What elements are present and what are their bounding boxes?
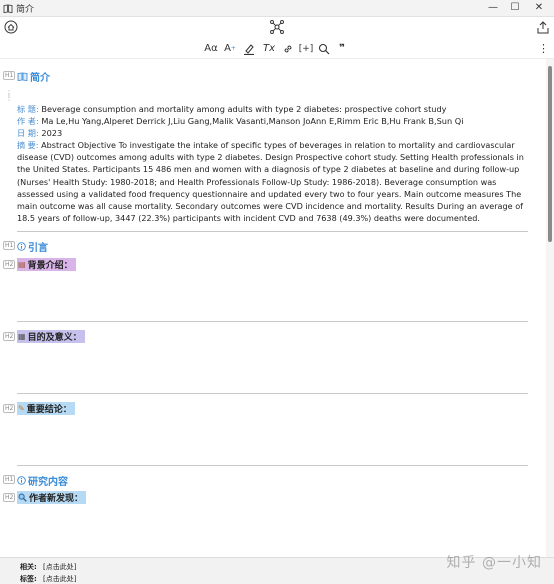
graph-icon	[270, 20, 284, 34]
share-button[interactable]	[536, 19, 550, 35]
magnifier-icon	[18, 493, 27, 502]
search-button[interactable]	[317, 41, 331, 56]
watermark: 知乎 @一小知	[446, 555, 542, 571]
maximize-button[interactable]: ☐	[508, 2, 522, 14]
related-label: 相关:	[20, 563, 37, 571]
close-button[interactable]: ✕	[532, 2, 546, 14]
quote-button[interactable]: ❞	[336, 41, 348, 56]
heading-level-badge: H1	[3, 241, 16, 250]
heading-content[interactable]: 研究内容	[17, 473, 68, 488]
heading-level-badge: H2	[3, 493, 16, 502]
graph-view-button[interactable]	[268, 19, 286, 35]
heading-new-findings-text: 作者新发现：	[29, 494, 84, 504]
heading-intro[interactable]: 简介	[17, 69, 50, 84]
paper-title: Beverage consumption and mortality among…	[41, 104, 447, 114]
window-titlebar: 简介 — ☐ ✕	[0, 0, 554, 17]
share-icon	[537, 20, 549, 33]
section-divider	[17, 231, 528, 232]
related-row: 相关: [点击此处]	[20, 562, 77, 572]
heading-preface-text: 引言	[28, 243, 48, 254]
paper-abstract-label: 摘 要:	[17, 140, 39, 150]
paper-date-label: 日 期:	[17, 128, 39, 138]
heading-preface[interactable]: 引言	[17, 239, 48, 254]
info-icon	[17, 476, 26, 485]
highlight-button[interactable]	[242, 41, 256, 56]
pencil-icon: ✎	[18, 404, 25, 413]
tags-label: 标签:	[20, 575, 37, 583]
window-title: 简介	[3, 2, 34, 15]
search-icon	[318, 43, 330, 54]
home-icon	[4, 20, 18, 34]
heading-level-badge: H1	[3, 71, 16, 80]
paper-date-row: 日 期: 2023	[17, 127, 527, 139]
section-divider	[17, 393, 528, 394]
scrollbar-thumb[interactable]	[548, 66, 552, 242]
more-button[interactable]: ⋮	[537, 41, 549, 56]
heading-purpose[interactable]: ▦ 目的及意义：	[17, 330, 85, 343]
tags-link[interactable]: [点击此处]	[43, 575, 76, 583]
paper-authors: Ma Le,Hu Yang,Alperet Derrick J,Liu Gang…	[41, 116, 464, 126]
heading-background[interactable]: ▤ 背景介绍：	[17, 258, 76, 271]
highlighter-icon	[244, 43, 254, 55]
paper-title-label: 标 题:	[17, 104, 39, 114]
citation-button[interactable]: [+]	[298, 41, 314, 56]
paper-date: 2023	[41, 128, 63, 138]
section-divider	[17, 465, 528, 466]
font-button[interactable]: Aα	[203, 41, 219, 56]
minimize-button[interactable]: —	[486, 2, 500, 14]
paper-title-row: 标 题: Beverage consumption and mortality …	[17, 103, 527, 115]
heading-purpose-text: 目的及意义：	[27, 333, 82, 343]
section-divider	[17, 321, 528, 322]
paper-abstract-text: Abstract Objective To investigate the in…	[17, 140, 524, 224]
superscript-button[interactable]: A +	[222, 41, 238, 56]
clear-format-button[interactable]: Tx	[262, 41, 276, 56]
heading-intro-text: 简介	[30, 73, 50, 84]
drag-handle-icon[interactable]: ⋮ ⋮	[5, 90, 13, 102]
related-link[interactable]: [点击此处]	[43, 563, 76, 571]
home-button[interactable]	[3, 19, 19, 35]
heading-background-text: 背景介绍：	[27, 261, 73, 271]
tags-row: 标签: [点击此处]	[20, 574, 77, 584]
top-bar	[0, 17, 554, 38]
scroll-icon: ▤	[18, 260, 26, 269]
book-icon	[17, 72, 28, 81]
heading-level-badge: H2	[3, 260, 16, 269]
link-icon	[284, 44, 292, 53]
heading-conclusion-text: 重要结论：	[26, 405, 72, 415]
heading-level-badge: H1	[3, 475, 16, 484]
heading-level-badge: H2	[3, 332, 16, 341]
heading-level-badge: H2	[3, 404, 16, 413]
book-icon	[3, 4, 13, 13]
format-toolbar: Aα A + Tx [+] ❞ ⋮	[0, 38, 554, 59]
paper-authors-label: 作 者:	[17, 116, 39, 126]
note-content[interactable]: H1 简介 ⋮ ⋮ 标 题: Beverage consumption and m…	[0, 59, 546, 557]
more-icon: ⋮	[538, 42, 549, 55]
window-title-text: 简介	[16, 5, 35, 15]
heading-conclusion[interactable]: ✎ 重要结论：	[17, 402, 75, 415]
heading-content-text: 研究内容	[28, 477, 68, 488]
paper-abstract: 摘 要: Abstract Objective To investigate t…	[17, 139, 529, 224]
document-icon: ▦	[18, 332, 26, 341]
heading-new-findings[interactable]: 作者新发现：	[17, 491, 87, 504]
info-icon	[17, 242, 26, 251]
link-button[interactable]	[281, 41, 295, 56]
paper-authors-row: 作 者: Ma Le,Hu Yang,Alperet Derrick J,Liu…	[17, 115, 527, 127]
